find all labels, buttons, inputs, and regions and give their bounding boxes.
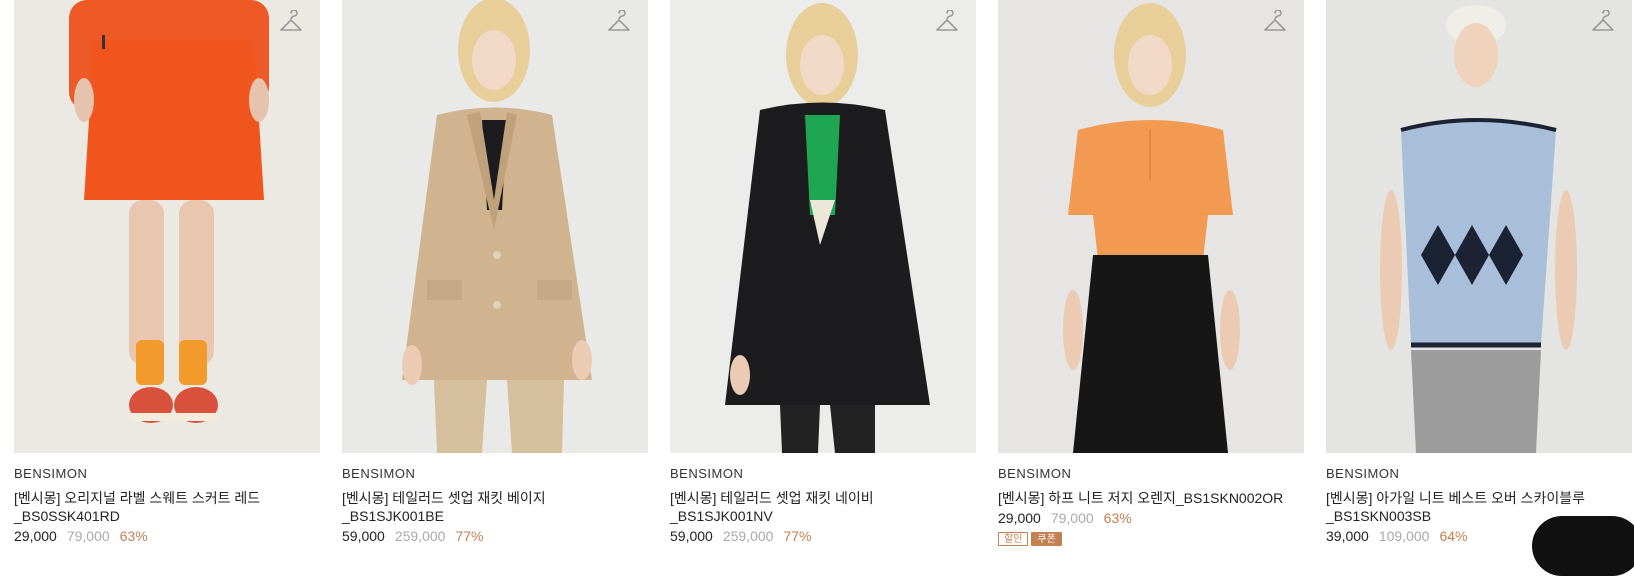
sale-price: 29,000: [998, 510, 1041, 526]
product-brand[interactable]: BENSIMON: [342, 466, 648, 484]
product-name-line1: [벤시몽] 하프 니트 저지 오렌지_BS1SKN002OR: [998, 490, 1284, 506]
floating-action-button[interactable]: [1532, 516, 1634, 576]
product-image[interactable]: [670, 0, 976, 453]
discount-rate: 63%: [1103, 510, 1132, 526]
product-name-line2: _BS1SJK001NV: [670, 508, 773, 524]
product-name-line2: _BS0SSK401RD: [14, 508, 120, 524]
product-photo-skirt: [14, 0, 320, 453]
product-image[interactable]: [998, 0, 1304, 453]
product-photo-navy-jacket: [670, 0, 976, 453]
product-name-line1: [벤시몽] 오리지널 라벨 스웨트 스커트 레드: [14, 490, 261, 506]
hanger-icon[interactable]: [278, 10, 304, 36]
product-name[interactable]: [벤시몽] 테일러드 셋업 재킷 네이비 _BS1SJK001NV: [670, 489, 970, 525]
product-info: BENSIMON [벤시몽] 오리지널 라벨 스웨트 스커트 레드 _BS0SS…: [14, 453, 320, 544]
product-photo-orange-knit: [998, 0, 1304, 453]
product-info: BENSIMON [벤시몽] 테일러드 셋업 재킷 베이지 _BS1SJK001…: [342, 453, 648, 544]
product-card[interactable]: BENSIMON [벤시몽] 테일러드 셋업 재킷 베이지 _BS1SJK001…: [342, 0, 648, 546]
sale-price: 29,000: [14, 528, 57, 544]
sale-price: 59,000: [342, 528, 385, 544]
original-price: 259,000: [394, 528, 446, 544]
original-price: 109,000: [1378, 528, 1430, 544]
sale-price: 59,000: [670, 528, 713, 544]
product-name-line1: [벤시몽] 아가일 니트 베스트 오버 스카이블루: [1326, 490, 1586, 506]
product-brand[interactable]: BENSIMON: [998, 466, 1304, 484]
hanger-icon[interactable]: [606, 10, 632, 36]
product-brand[interactable]: BENSIMON: [14, 466, 320, 484]
product-prices: 59,000 259,000 77%: [670, 528, 976, 544]
product-grid: BENSIMON [벤시몽] 오리지널 라벨 스웨트 스커트 레드 _BS0SS…: [14, 0, 1634, 576]
product-image[interactable]: [1326, 0, 1632, 453]
discount-rate: 77%: [455, 528, 484, 544]
product-photo-argyle-vest: [1326, 0, 1632, 453]
discount-rate: 63%: [119, 528, 148, 544]
product-brand[interactable]: BENSIMON: [1326, 466, 1632, 484]
discount-rate: 77%: [783, 528, 812, 544]
product-card[interactable]: BENSIMON [벤시몽] 아가일 니트 베스트 오버 스카이블루 _BS1S…: [1326, 0, 1634, 576]
product-photo-beige-jacket: [342, 0, 648, 453]
product-badges: 할인 쿠폰: [998, 532, 1304, 546]
original-price: 79,000: [66, 528, 110, 544]
product-prices: 29,000 79,000 63%: [998, 510, 1304, 526]
product-brand[interactable]: BENSIMON: [670, 466, 976, 484]
product-name[interactable]: [벤시몽] 오리지널 라벨 스웨트 스커트 레드 _BS0SSK401RD: [14, 489, 314, 525]
product-prices: 29,000 79,000 63%: [14, 528, 320, 544]
hanger-icon[interactable]: [1262, 10, 1288, 36]
product-image[interactable]: [14, 0, 320, 453]
product-name[interactable]: [벤시몽] 하프 니트 저지 오렌지_BS1SKN002OR: [998, 489, 1298, 507]
hanger-icon[interactable]: [1590, 10, 1616, 36]
sale-price: 39,000: [1326, 528, 1369, 544]
product-card[interactable]: BENSIMON [벤시몽] 하프 니트 저지 오렌지_BS1SKN002OR …: [998, 0, 1304, 546]
product-image[interactable]: [342, 0, 648, 453]
product-info: BENSIMON [벤시몽] 하프 니트 저지 오렌지_BS1SKN002OR …: [998, 453, 1304, 546]
product-name-line2: _BS1SJK001BE: [342, 508, 444, 524]
product-card[interactable]: BENSIMON [벤시몽] 오리지널 라벨 스웨트 스커트 레드 _BS0SS…: [14, 0, 320, 546]
hanger-icon[interactable]: [934, 10, 960, 36]
sale-badge: 할인: [998, 532, 1029, 546]
product-card[interactable]: BENSIMON [벤시몽] 테일러드 셋업 재킷 네이비 _BS1SJK001…: [670, 0, 976, 546]
product-name-line1: [벤시몽] 테일러드 셋업 재킷 베이지: [342, 490, 546, 506]
coupon-badge: 쿠폰: [1031, 532, 1062, 546]
product-prices: 59,000 259,000 77%: [342, 528, 648, 544]
original-price: 79,000: [1050, 510, 1094, 526]
product-info: BENSIMON [벤시몽] 테일러드 셋업 재킷 네이비 _BS1SJK001…: [670, 453, 976, 544]
product-name-line1: [벤시몽] 테일러드 셋업 재킷 네이비: [670, 490, 874, 506]
discount-rate: 64%: [1439, 528, 1468, 544]
original-price: 259,000: [722, 528, 774, 544]
product-name[interactable]: [벤시몽] 테일러드 셋업 재킷 베이지 _BS1SJK001BE: [342, 489, 642, 525]
